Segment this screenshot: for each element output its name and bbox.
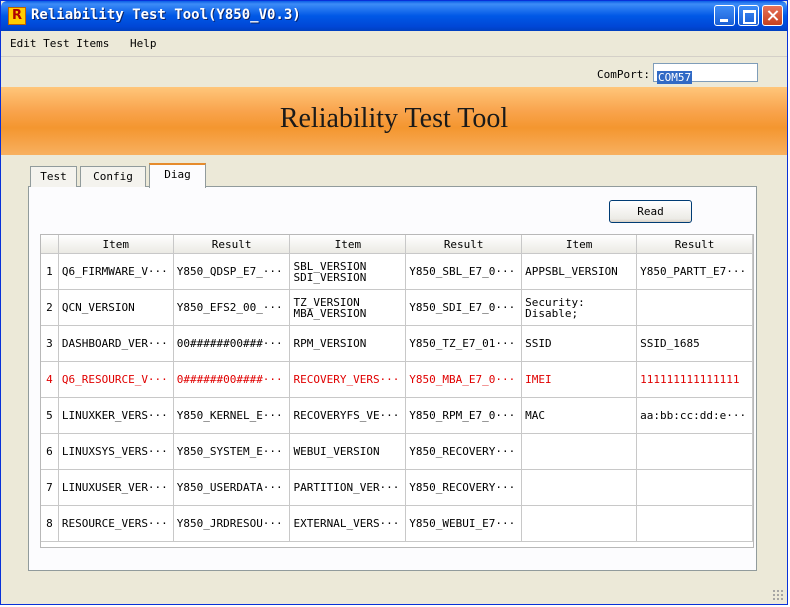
table-cell[interactable]: Y850_KERNEL_E··· xyxy=(173,397,291,434)
row-number: 6 xyxy=(41,433,59,470)
app-window: R Reliability Test Tool(Y850_V0.3) Edit … xyxy=(0,0,788,605)
table-cell[interactable]: 00######00###··· xyxy=(173,325,291,362)
table-cell[interactable] xyxy=(521,505,638,542)
tab-test[interactable]: Test xyxy=(30,166,77,187)
column-header[interactable]: Item xyxy=(289,235,407,254)
row-number: 2 xyxy=(41,289,59,326)
table-header-row: Item Result Item Result Item Result xyxy=(41,235,753,254)
table-cell[interactable]: LINUXKER_VERS··· xyxy=(58,397,174,434)
comport-input[interactable]: COM57 xyxy=(653,63,758,84)
table-cell[interactable]: QCN_VERSION xyxy=(58,289,174,326)
table-cell[interactable]: Y850_JRDRESOU··· xyxy=(173,505,291,542)
menu-bar: Edit Test Items Help xyxy=(1,31,787,57)
column-header[interactable]: Result xyxy=(173,235,291,254)
table-cell[interactable]: Y850_EFS2_00_··· xyxy=(173,289,291,326)
diag-table: Item Result Item Result Item Result 1 Q6_… xyxy=(41,235,753,542)
row-number: 7 xyxy=(41,469,59,506)
table-cell[interactable]: Y850_RECOVERY··· xyxy=(405,469,523,506)
table-cell[interactable]: aa:bb:cc:dd:e··· xyxy=(636,397,753,434)
table-cell[interactable]: Y850_WEBUI_E7··· xyxy=(405,505,523,542)
table-cell[interactable]: SBL_VERSION SDI_VERSION xyxy=(289,253,407,290)
row-number: 5 xyxy=(41,397,59,434)
table-row[interactable]: 7 LINUXUSER_VER··· Y850_USERDATA··· PARTITI… xyxy=(41,469,753,506)
table-cell[interactable]: SSID xyxy=(521,325,638,362)
table-row[interactable]: 4 Q6_RESOURCE_V··· 0######00####··· RECOVER… xyxy=(41,361,753,398)
table-cell[interactable] xyxy=(521,469,638,506)
table-cell[interactable]: LINUXUSER_VER··· xyxy=(58,469,174,506)
column-header[interactable]: Result xyxy=(405,235,523,254)
table-cell[interactable]: Y850_SBL_E7_0··· xyxy=(405,253,523,290)
tab-diag[interactable]: Diag xyxy=(149,163,206,188)
minimize-button[interactable] xyxy=(714,5,735,26)
header-banner: Reliability Test Tool xyxy=(1,87,787,155)
diag-results-grid[interactable]: Item Result Item Result Item Result 1 Q6_… xyxy=(40,234,754,548)
table-cell[interactable]: Y850_PARTT_E7··· xyxy=(636,253,753,290)
table-cell[interactable]: RECOVERYFS_VE··· xyxy=(289,397,407,434)
row-number: 1 xyxy=(41,253,59,290)
column-header[interactable]: Item xyxy=(521,235,638,254)
comport-label: ComPort: xyxy=(597,68,650,81)
table-cell[interactable]: MAC xyxy=(521,397,638,434)
table-cell[interactable]: RESOURCE_VERS··· xyxy=(58,505,174,542)
table-cell[interactable]: IMEI xyxy=(521,361,638,398)
table-cell[interactable]: Y850_TZ_E7_01··· xyxy=(405,325,523,362)
table-cell[interactable]: Security: Disable; xyxy=(521,289,638,326)
close-button[interactable] xyxy=(762,5,783,26)
table-cell[interactable]: SSID_1685 xyxy=(636,325,753,362)
row-number: 3 xyxy=(41,325,59,362)
maximize-button[interactable] xyxy=(738,5,759,26)
row-number-header xyxy=(41,235,59,254)
table-cell[interactable] xyxy=(636,469,753,506)
table-row[interactable]: 6 LINUXSYS_VERS··· Y850_SYSTEM_E··· WEBUI_V… xyxy=(41,433,753,470)
app-icon: R xyxy=(8,7,26,25)
table-row[interactable]: 3 DASHBOARD_VER··· 00######00###··· RPM_VER… xyxy=(41,325,753,362)
menu-help[interactable]: Help xyxy=(130,37,157,50)
column-header[interactable]: Result xyxy=(636,235,753,254)
tab-config[interactable]: Config xyxy=(80,166,146,187)
table-cell[interactable] xyxy=(521,433,638,470)
table-cell[interactable]: APPSBL_VERSION xyxy=(521,253,638,290)
row-number: 8 xyxy=(41,505,59,542)
table-cell[interactable]: PARTITION_VER··· xyxy=(289,469,407,506)
table-cell[interactable]: EXTERNAL_VERS··· xyxy=(289,505,407,542)
table-cell[interactable]: LINUXSYS_VERS··· xyxy=(58,433,174,470)
table-row[interactable]: 1 Q6_FIRMWARE_V··· Y850_QDSP_E7_··· SBL_VER… xyxy=(41,253,753,290)
status-bar xyxy=(1,581,787,604)
table-cell[interactable] xyxy=(636,433,753,470)
table-cell[interactable]: Y850_USERDATA··· xyxy=(173,469,291,506)
table-cell[interactable]: Q6_FIRMWARE_V··· xyxy=(58,253,174,290)
table-cell[interactable]: 111111111111111 xyxy=(636,361,753,398)
table-row[interactable]: 2 QCN_VERSION Y850_EFS2_00_··· TZ_VERSION M… xyxy=(41,289,753,326)
row-number: 4 xyxy=(41,361,59,398)
table-cell[interactable]: Q6_RESOURCE_V··· xyxy=(58,361,174,398)
title-bar[interactable]: R Reliability Test Tool(Y850_V0.3) xyxy=(1,1,787,31)
table-cell[interactable]: Y850_MBA_E7_0··· xyxy=(405,361,523,398)
table-cell[interactable]: RPM_VERSION xyxy=(289,325,407,362)
table-cell[interactable]: RECOVERY_VERS··· xyxy=(289,361,407,398)
table-cell[interactable]: WEBUI_VERSION xyxy=(289,433,407,470)
table-cell[interactable] xyxy=(636,289,753,326)
resize-grip-icon[interactable] xyxy=(772,589,783,600)
read-button[interactable]: Read xyxy=(609,200,692,223)
banner-title: Reliability Test Tool xyxy=(279,103,509,134)
comport-value: COM57 xyxy=(657,71,693,84)
table-row[interactable]: 5 LINUXKER_VERS··· Y850_KERNEL_E··· RECOVER… xyxy=(41,397,753,434)
table-cell[interactable]: DASHBOARD_VER··· xyxy=(58,325,174,362)
table-cell[interactable]: Y850_SDI_E7_0··· xyxy=(405,289,523,326)
table-row[interactable]: 8 RESOURCE_VERS··· Y850_JRDRESOU··· EXTERNA… xyxy=(41,505,753,542)
table-cell[interactable]: Y850_RPM_E7_0··· xyxy=(405,397,523,434)
table-cell[interactable]: TZ_VERSION MBA_VERSION xyxy=(289,289,407,326)
column-header[interactable]: Item xyxy=(58,235,174,254)
table-cell[interactable] xyxy=(636,505,753,542)
table-cell[interactable]: Y850_QDSP_E7_··· xyxy=(173,253,291,290)
menu-edit-test-items[interactable]: Edit Test Items xyxy=(10,37,109,50)
window-title: Reliability Test Tool(Y850_V0.3) xyxy=(31,7,301,23)
table-cell[interactable]: 0######00####··· xyxy=(173,361,291,398)
table-cell[interactable]: Y850_RECOVERY··· xyxy=(405,433,523,470)
table-cell[interactable]: Y850_SYSTEM_E··· xyxy=(173,433,291,470)
